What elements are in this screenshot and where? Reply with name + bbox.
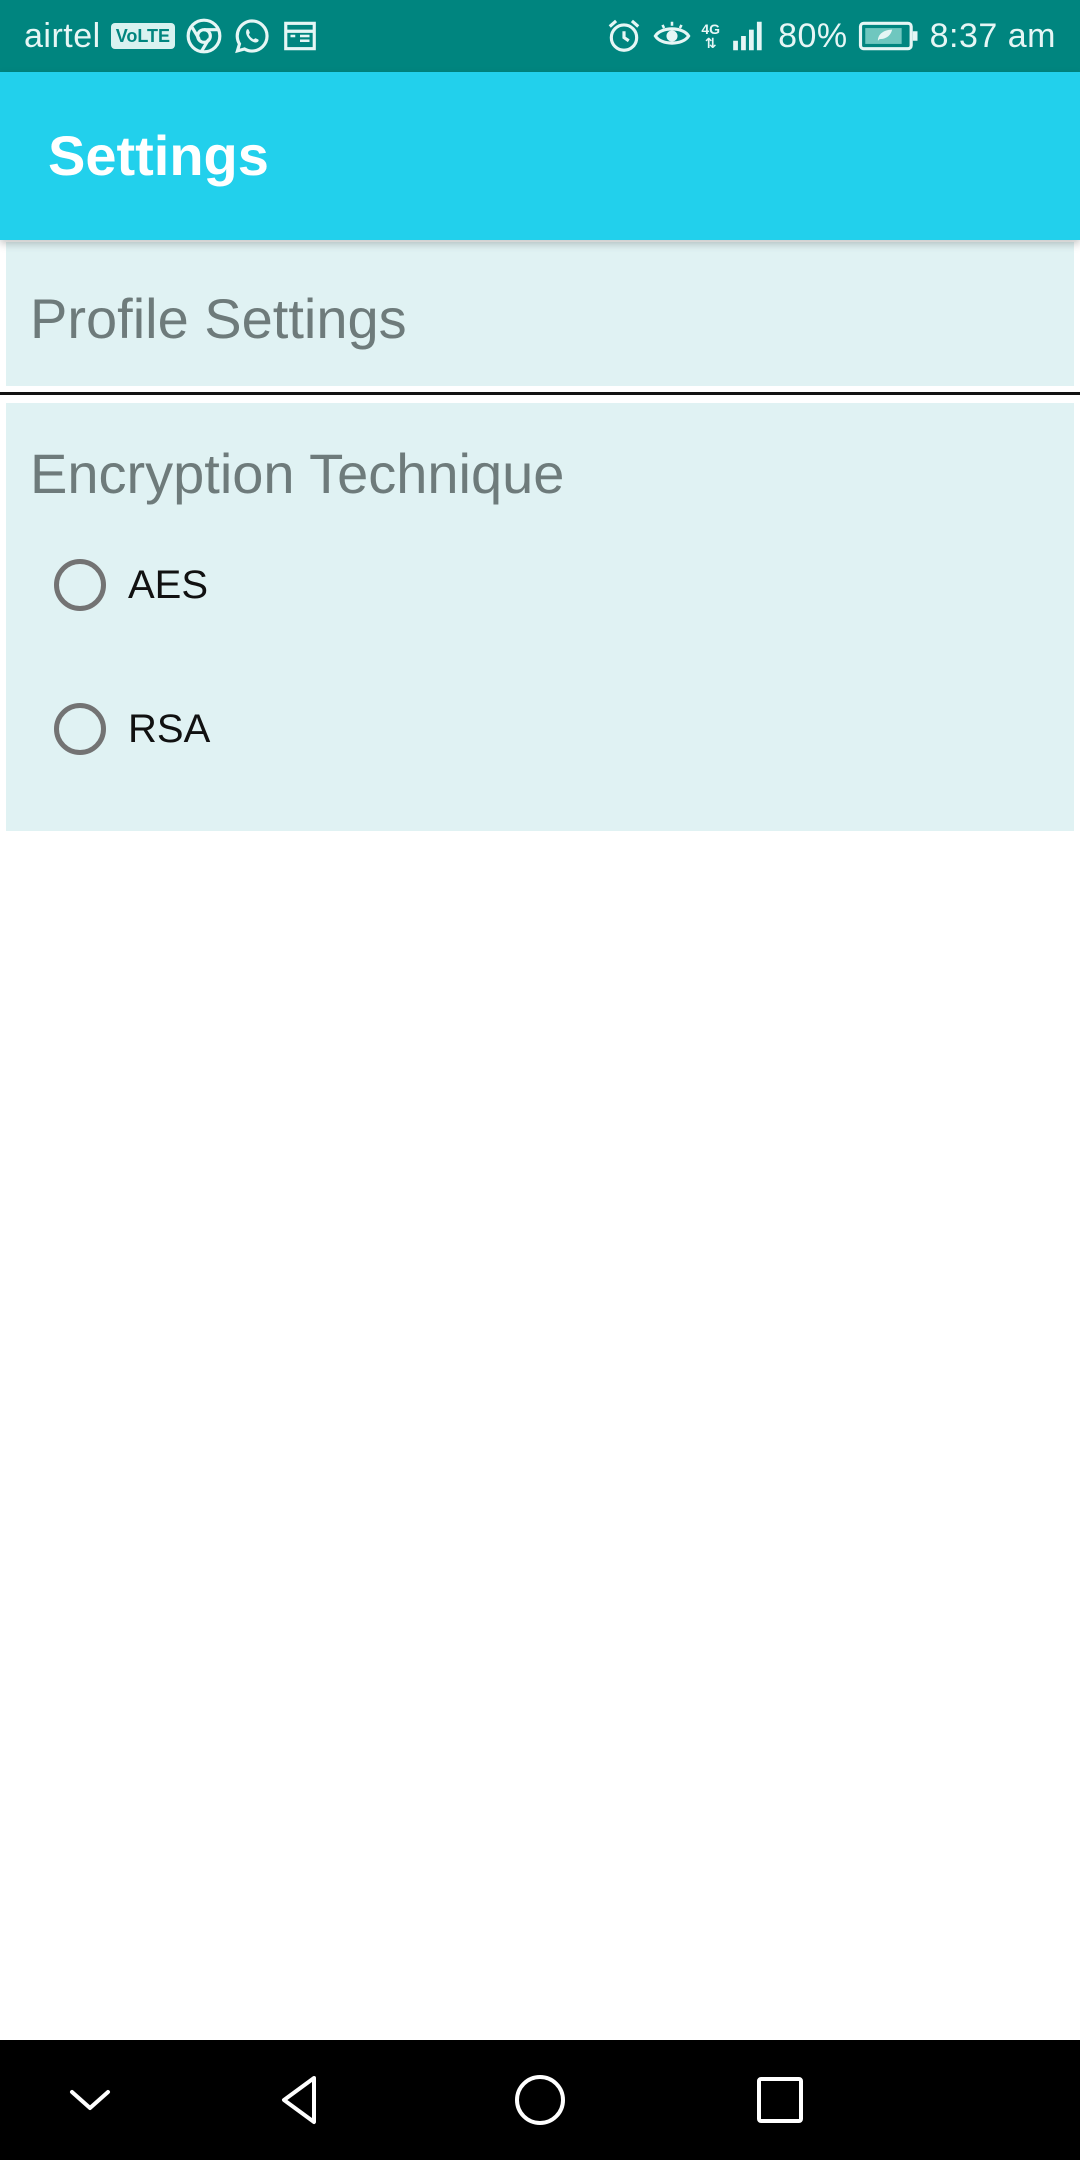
radio-button-aes[interactable]: [54, 559, 106, 611]
app-bar: Settings: [0, 72, 1080, 240]
settings-screen: airtel VoLTE 4G ⇅ 80% 8:37 am Settings P…: [0, 0, 1080, 2160]
back-icon[interactable]: [270, 2070, 330, 2130]
chrome-icon: [185, 17, 223, 55]
volte-badge: VoLTE: [110, 23, 176, 49]
signal-icon: [730, 17, 768, 55]
battery-icon: [858, 17, 920, 55]
radio-label-rsa[interactable]: RSA: [128, 707, 210, 752]
eye-comfort-icon: [653, 17, 691, 55]
encryption-technique-title: Encryption Technique: [30, 442, 565, 505]
network-type-label: 4G ⇅: [701, 21, 721, 51]
carrier-name: airtel: [24, 16, 101, 55]
alarm-icon: [605, 17, 643, 55]
status-bar-left: airtel VoLTE: [24, 0, 319, 72]
data-arrows-icon: ⇅: [704, 35, 717, 51]
home-icon[interactable]: [510, 2070, 570, 2130]
calendar-icon: [281, 17, 319, 55]
radio-label-aes[interactable]: AES: [128, 563, 208, 608]
radio-option-aes[interactable]: AES: [48, 545, 208, 625]
whatsapp-icon: [233, 17, 271, 55]
page-title: Settings: [48, 124, 269, 187]
radio-button-rsa[interactable]: [54, 703, 106, 755]
collapse-icon[interactable]: [60, 2070, 120, 2130]
navigation-bar: [0, 2040, 1080, 2160]
status-bar-right: 4G ⇅ 80% 8:37 am: [605, 0, 1056, 72]
clock: 8:37 am: [929, 16, 1056, 55]
profile-settings-title[interactable]: Profile Settings: [30, 286, 407, 352]
status-bar: airtel VoLTE 4G ⇅ 80% 8:37 am: [0, 0, 1080, 72]
recents-icon[interactable]: [750, 2070, 810, 2130]
section-divider: [0, 392, 1080, 395]
radio-option-rsa[interactable]: RSA: [48, 689, 210, 769]
battery-percent: 80%: [778, 16, 848, 55]
